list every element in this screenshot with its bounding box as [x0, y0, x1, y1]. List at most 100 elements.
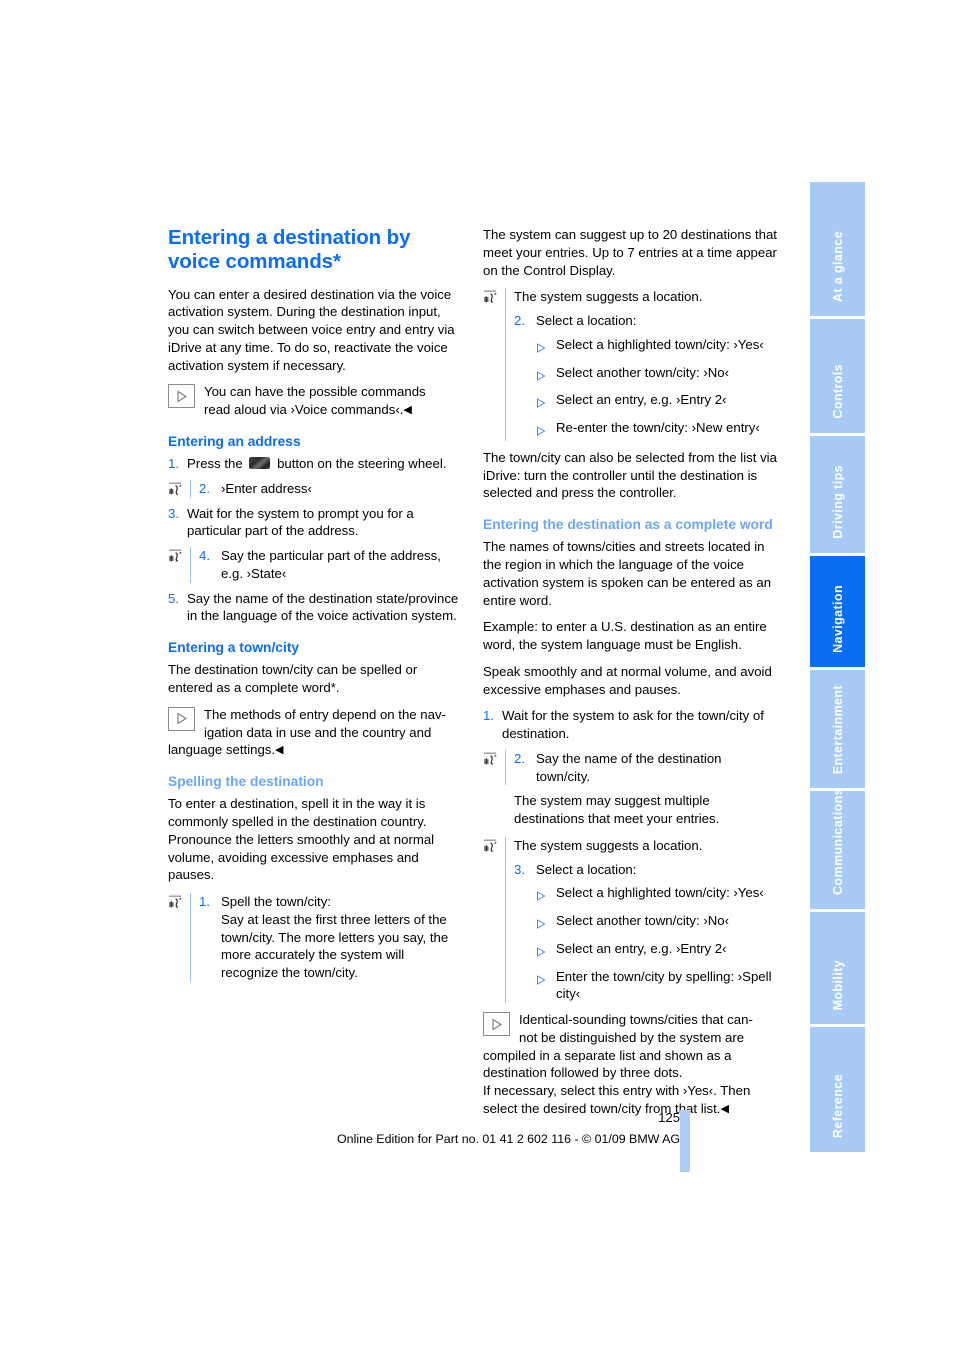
note-text-line1: You can have the possible commands	[204, 384, 426, 400]
left-column: Entering a destination by voice commands…	[168, 226, 462, 989]
triangle-bullet-icon	[536, 968, 556, 1004]
step-3: 3. Wait for the system to prompt you for…	[168, 505, 462, 541]
step-number: 4.	[199, 548, 210, 564]
step-text: Say the name of the destination state/pr…	[187, 590, 459, 624]
step-5: 5. Say the name of the destination state…	[168, 590, 462, 626]
step-text-line2: Say at least the first three letters of …	[221, 911, 449, 981]
note-text-continuation: language settings.	[168, 742, 276, 758]
step-number: 2.	[514, 313, 525, 328]
triangle-bullet-icon	[536, 419, 556, 441]
sidebar-tab-communications[interactable]: Communications	[810, 788, 865, 912]
step-text: Say the particular part of the address, …	[221, 548, 441, 581]
bullet-item: Select a highlighted town/city: ›Yes‹	[514, 884, 777, 906]
heading-entering-as-complete-word: Entering the destination as a complete w…	[483, 517, 773, 532]
sidebar-tab-label: Mobility	[830, 959, 845, 1010]
voice-step-2: 2. ›Enter address‹	[168, 479, 462, 498]
sidebar-tab-at-a-glance[interactable]: At a glance	[810, 182, 865, 319]
right-step-1: 1. Wait for the system to ask for the to…	[483, 707, 777, 743]
intro-paragraph: You can enter a desired destination via …	[168, 286, 455, 373]
sidebar-tab-navigation[interactable]: Navigation	[810, 556, 865, 670]
triangle-bullet-icon	[536, 884, 556, 906]
step-text: ›Enter address‹	[221, 480, 312, 496]
step-number: 1.	[168, 456, 179, 472]
bullet-item: Select a highlighted town/city: ›Yes‹	[514, 336, 777, 358]
step-number: 1.	[483, 708, 494, 724]
bullet-text: Select another town/city: ›No‹	[556, 913, 729, 929]
step-text: Wait for the system to ask for the town/…	[502, 708, 764, 742]
step-1: 1. Press the button on the steering whee…	[168, 455, 462, 473]
voice-command-icon	[168, 548, 186, 565]
bullet-text: Select an entry, e.g. ›Entry 2‹	[556, 940, 727, 956]
bullet-text: Select a highlighted town/city: ›Yes‹	[556, 885, 764, 901]
note-text-line2: igation data in use and the country and	[204, 724, 432, 740]
step-number: 2.	[199, 480, 210, 496]
bullet-item: Enter the town/city by spelling: ›Spell …	[514, 968, 777, 1004]
heading-entering-an-address: Entering an address	[168, 433, 301, 449]
voice-command-icon	[483, 289, 501, 306]
sidebar-tab-label: Entertainment	[830, 684, 845, 774]
bullet-item: Re-enter the town/city: ›New entry‹	[514, 419, 777, 441]
sidebar-tab-label: Navigation	[830, 585, 845, 653]
note-text-line1: The methods of entry depend on the nav-	[204, 706, 446, 722]
voice-suggest-group-2: The system suggests a location. 3. Selec…	[483, 836, 777, 1004]
bullet-text: Enter the town/city by spelling: ›Spell …	[556, 968, 772, 1002]
sidebar-tab-label: Driving tips	[830, 465, 845, 539]
system-suggests-line: The system suggests a location.	[514, 837, 703, 853]
note-text-line2: not be distinguished by the system are	[519, 1029, 745, 1045]
note-text-line2: read aloud via ›Voice commands‹.	[204, 402, 404, 418]
voice-step-spell: 1. Spell the town/city: Say at least the…	[168, 893, 462, 982]
triangle-bullet-icon	[536, 912, 556, 934]
note-block-voice-commands: You can have the possible commands read …	[168, 383, 462, 419]
manual-page: At a glance Controls Driving tips Naviga…	[0, 0, 954, 1350]
step-text-suffix: button on the steering wheel.	[277, 456, 447, 472]
bullet-item: Select another town/city: ›No‹	[514, 912, 777, 934]
voice-command-icon	[483, 838, 501, 855]
page-number: 125	[658, 1110, 680, 1125]
chapter-tab-rail: At a glance Controls Driving tips Naviga…	[810, 182, 865, 1152]
play-triangle-icon	[483, 1012, 510, 1037]
right-paragraph-5: Speak smoothly and at normal volume, and…	[483, 663, 772, 697]
note-text-line1: Identical-sounding towns/cities that can…	[519, 1012, 753, 1028]
right-column: The system can suggest up to 20 destinat…	[483, 226, 777, 1127]
sidebar-tab-mobility[interactable]: Mobility	[810, 912, 865, 1027]
sidebar-tab-driving-tips[interactable]: Driving tips	[810, 436, 865, 556]
sidebar-tab-entertainment[interactable]: Entertainment	[810, 670, 865, 791]
triangle-bullet-icon	[536, 391, 556, 413]
bullet-text: Select another town/city: ›No‹	[556, 364, 729, 380]
sidebar-tab-controls[interactable]: Controls	[810, 319, 865, 436]
voice-step-4: 4. Say the particular part of the addres…	[168, 547, 462, 583]
play-triangle-icon	[168, 384, 195, 409]
step-number: 3.	[168, 505, 179, 521]
bullet-item: Select another town/city: ›No‹	[514, 364, 777, 386]
step-number: 2.	[514, 750, 525, 766]
step-text: Say the name of the destination town/cit…	[536, 750, 722, 784]
sidebar-tab-label: Communications	[830, 788, 845, 895]
triangle-bullet-icon	[536, 336, 556, 358]
edition-notice: Online Edition for Part no. 01 41 2 602 …	[337, 1132, 680, 1146]
voice-command-icon	[168, 481, 186, 498]
triangle-bullet-icon	[536, 364, 556, 386]
step-text-line1: Spell the town/city:	[221, 894, 331, 910]
steering-wheel-button-icon	[249, 457, 271, 470]
voice-group-rule	[505, 749, 506, 786]
triangle-bullet-icon	[536, 940, 556, 962]
note-block-identical-sounding: Identical-sounding towns/cities that can…	[483, 1011, 777, 1118]
voice-command-icon	[168, 894, 186, 911]
end-marker: ◀	[275, 744, 284, 757]
system-suggests-line: The system suggests a location.	[514, 289, 703, 305]
bullet-item: Select an entry, e.g. ›Entry 2‹	[514, 940, 777, 962]
note-text-continuation: compiled in a separate list and shown as…	[483, 1047, 732, 1081]
voice-group-rule	[190, 547, 191, 583]
right-paragraph-4: Example: to enter a U.S. destination as …	[483, 619, 767, 653]
heading-spelling-the-destination: Spelling the destination	[168, 774, 324, 790]
page-footer: 125 Online Edition for Part no. 01 41 2 …	[0, 1110, 954, 1180]
town-paragraph: The destination town/city can be spelled…	[168, 662, 418, 696]
footer-blue-bar	[680, 1110, 690, 1172]
voice-group-rule	[190, 479, 191, 498]
bullet-item: Select an entry, e.g. ›Entry 2‹	[514, 391, 777, 413]
note-block-methods-of-entry: The methods of entry depend on the nav- …	[168, 706, 462, 759]
bullet-text: Select a highlighted town/city: ›Yes‹	[556, 336, 764, 352]
voice-group-rule	[190, 893, 191, 982]
voice-suggest-group-1: The system suggests a location. 2. Selec…	[483, 288, 777, 441]
play-triangle-icon	[168, 706, 195, 731]
